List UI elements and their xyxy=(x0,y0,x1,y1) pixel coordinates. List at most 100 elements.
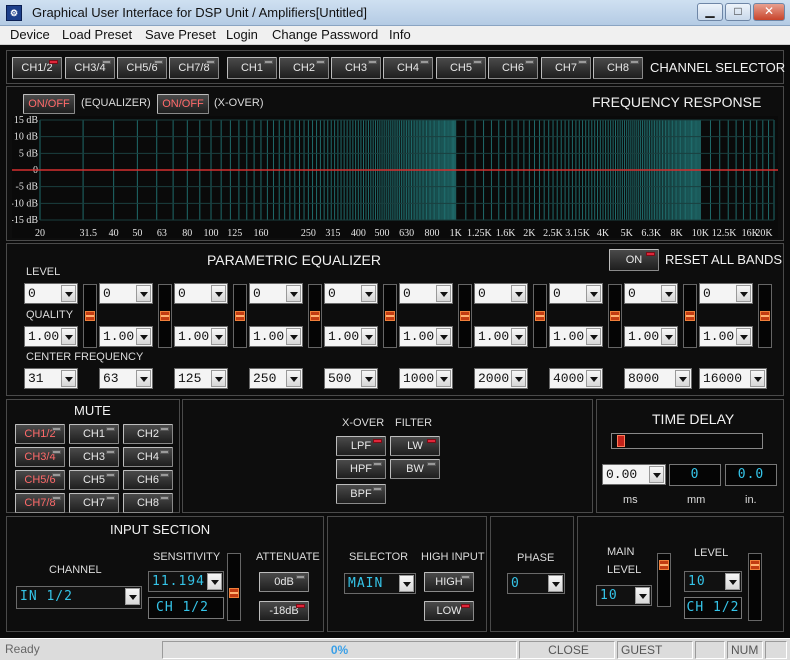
mute-button-ch4[interactable]: CH4 xyxy=(123,447,173,467)
time-delay-ms-select[interactable]: 0.00 xyxy=(602,464,666,485)
band-level-slider-knob[interactable] xyxy=(85,311,95,321)
band-level-slider-knob[interactable] xyxy=(460,311,470,321)
menu-change-password[interactable]: Change Password xyxy=(272,26,378,42)
band-level-slider[interactable] xyxy=(308,284,322,348)
minimize-button[interactable]: ▁ xyxy=(697,3,723,21)
channel-level-select[interactable]: 10 xyxy=(684,571,742,592)
lw-button[interactable]: LW xyxy=(390,436,440,456)
channel-button-ch2[interactable]: CH2 xyxy=(279,57,329,79)
band-level-slider[interactable] xyxy=(758,284,772,348)
center-frequency-select[interactable]: 1000 xyxy=(399,368,453,389)
attenuate-0db-button[interactable]: 0dB xyxy=(259,572,309,592)
quality-select[interactable]: 1.00 xyxy=(99,326,153,347)
lpf-button[interactable]: LPF xyxy=(336,436,386,456)
input-channel-select[interactable]: IN 1/2 xyxy=(16,586,142,609)
menu-info[interactable]: Info xyxy=(389,26,411,42)
channel-button-ch6[interactable]: CH6 xyxy=(488,57,538,79)
main-level-slider[interactable] xyxy=(657,553,671,607)
band-level-slider[interactable] xyxy=(83,284,97,348)
app-icon[interactable]: ⚙ xyxy=(6,5,22,21)
band-level-slider[interactable] xyxy=(683,284,697,348)
band-level-slider[interactable] xyxy=(608,284,622,348)
band-level-slider[interactable] xyxy=(158,284,172,348)
channel-level-slider[interactable] xyxy=(748,553,762,621)
quality-select[interactable]: 1.00 xyxy=(399,326,453,347)
center-frequency-select[interactable]: 500 xyxy=(324,368,378,389)
center-frequency-select[interactable]: 31 xyxy=(24,368,78,389)
level-select[interactable]: 0 xyxy=(399,283,453,304)
bw-button[interactable]: BW xyxy=(390,459,440,479)
channel-button-ch4[interactable]: CH4 xyxy=(383,57,433,79)
band-level-slider-knob[interactable] xyxy=(385,311,395,321)
quality-select[interactable]: 1.00 xyxy=(174,326,228,347)
reset-all-bands-button[interactable]: ON xyxy=(609,249,659,271)
quality-select[interactable]: 1.00 xyxy=(474,326,528,347)
mute-button-ch34[interactable]: CH3/4 xyxy=(15,447,65,467)
quality-select[interactable]: 1.00 xyxy=(324,326,378,347)
level-select[interactable]: 0 xyxy=(549,283,603,304)
quality-select[interactable]: 1.00 xyxy=(549,326,603,347)
center-frequency-select[interactable]: 125 xyxy=(174,368,228,389)
center-frequency-select[interactable]: 63 xyxy=(99,368,153,389)
time-delay-slider[interactable] xyxy=(611,433,763,449)
mute-button-ch6[interactable]: CH6 xyxy=(123,470,173,490)
level-select[interactable]: 0 xyxy=(249,283,303,304)
hpf-button[interactable]: HPF xyxy=(336,459,386,479)
center-frequency-select[interactable]: 4000 xyxy=(549,368,603,389)
level-select[interactable]: 0 xyxy=(174,283,228,304)
band-level-slider-knob[interactable] xyxy=(760,311,770,321)
channel-button-ch3[interactable]: CH3 xyxy=(331,57,381,79)
phase-select[interactable]: 0 xyxy=(507,573,565,594)
band-level-slider-knob[interactable] xyxy=(235,311,245,321)
sensitivity-select[interactable]: 11.194 xyxy=(148,571,224,592)
menu-device[interactable]: Device xyxy=(10,26,50,42)
level-select[interactable]: 0 xyxy=(24,283,78,304)
center-frequency-select[interactable]: 8000 xyxy=(624,368,692,389)
quality-select[interactable]: 1.00 xyxy=(249,326,303,347)
mute-button-ch12[interactable]: CH1/2 xyxy=(15,424,65,444)
maximize-button[interactable]: □ xyxy=(725,3,751,21)
mute-button-ch78[interactable]: CH7/8 xyxy=(15,493,65,513)
mute-button-ch8[interactable]: CH8 xyxy=(123,493,173,513)
band-level-slider-knob[interactable] xyxy=(610,311,620,321)
level-select[interactable]: 0 xyxy=(99,283,153,304)
band-level-slider-knob[interactable] xyxy=(685,311,695,321)
xover-onoff-button[interactable]: ON/OFF xyxy=(157,94,209,114)
menu-save-preset[interactable]: Save Preset xyxy=(145,26,216,42)
group-button-ch12[interactable]: CH1/2 xyxy=(12,57,62,79)
channel-button-ch8[interactable]: CH8 xyxy=(593,57,643,79)
band-level-slider[interactable] xyxy=(533,284,547,348)
group-button-ch34[interactable]: CH3/4 xyxy=(65,57,115,79)
band-level-slider-knob[interactable] xyxy=(535,311,545,321)
center-frequency-select[interactable]: 250 xyxy=(249,368,303,389)
close-button[interactable]: ✕ xyxy=(753,3,785,21)
level-select[interactable]: 0 xyxy=(624,283,678,304)
main-level-select[interactable]: 10 xyxy=(596,585,652,606)
band-level-slider-knob[interactable] xyxy=(160,311,170,321)
attenuate-18db-button[interactable]: -18dB xyxy=(259,601,309,621)
mute-button-ch1[interactable]: CH1 xyxy=(69,424,119,444)
main-level-slider-knob[interactable] xyxy=(659,560,669,570)
group-button-ch78[interactable]: CH7/8 xyxy=(169,57,219,79)
level-select[interactable]: 0 xyxy=(474,283,528,304)
band-level-slider[interactable] xyxy=(458,284,472,348)
quality-select[interactable]: 1.00 xyxy=(699,326,753,347)
selector-select[interactable]: MAIN xyxy=(344,573,416,594)
sensitivity-slider-knob[interactable] xyxy=(229,588,239,598)
band-level-slider-knob[interactable] xyxy=(310,311,320,321)
menu-login[interactable]: Login xyxy=(226,26,258,42)
mute-button-ch2[interactable]: CH2 xyxy=(123,424,173,444)
high-input-low-button[interactable]: LOW xyxy=(424,601,474,621)
time-delay-slider-knob[interactable] xyxy=(617,435,625,447)
bpf-button[interactable]: BPF xyxy=(336,484,386,504)
channel-button-ch7[interactable]: CH7 xyxy=(541,57,591,79)
channel-level-slider-knob[interactable] xyxy=(750,560,760,570)
sensitivity-slider[interactable] xyxy=(227,553,241,621)
mute-button-ch56[interactable]: CH5/6 xyxy=(15,470,65,490)
level-select[interactable]: 0 xyxy=(699,283,753,304)
group-button-ch56[interactable]: CH5/6 xyxy=(117,57,167,79)
high-input-high-button[interactable]: HIGH xyxy=(424,572,474,592)
menu-load-preset[interactable]: Load Preset xyxy=(62,26,132,42)
channel-button-ch1[interactable]: CH1 xyxy=(227,57,277,79)
mute-button-ch3[interactable]: CH3 xyxy=(69,447,119,467)
